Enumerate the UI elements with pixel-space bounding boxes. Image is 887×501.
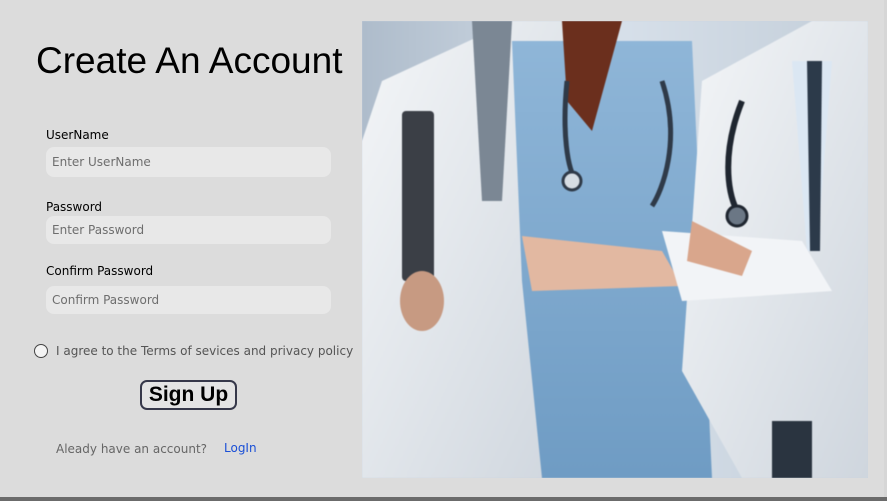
medical-staff-image [362, 21, 868, 478]
signup-window: Create An Account UserName Password Conf… [0, 0, 887, 501]
password-input[interactable] [46, 216, 331, 244]
terms-agreement-label: I agree to the Terms of sevices and priv… [56, 344, 354, 358]
username-input[interactable] [46, 147, 331, 177]
window-bottom-edge [0, 497, 887, 501]
page-title: Create An Account [36, 40, 343, 81]
sign-up-button[interactable]: Sign Up [140, 380, 237, 410]
terms-agreement-row[interactable]: I agree to the Terms of sevices and priv… [34, 342, 353, 360]
login-link[interactable]: LogIn [224, 441, 257, 455]
terms-radio-button[interactable] [34, 344, 48, 358]
already-have-account-text: Aleady have an account? [56, 442, 208, 456]
confirm-password-label: Confirm Password [46, 264, 154, 278]
username-label: UserName [46, 128, 109, 142]
confirm-password-input[interactable] [46, 286, 331, 314]
password-label: Password [46, 200, 103, 214]
